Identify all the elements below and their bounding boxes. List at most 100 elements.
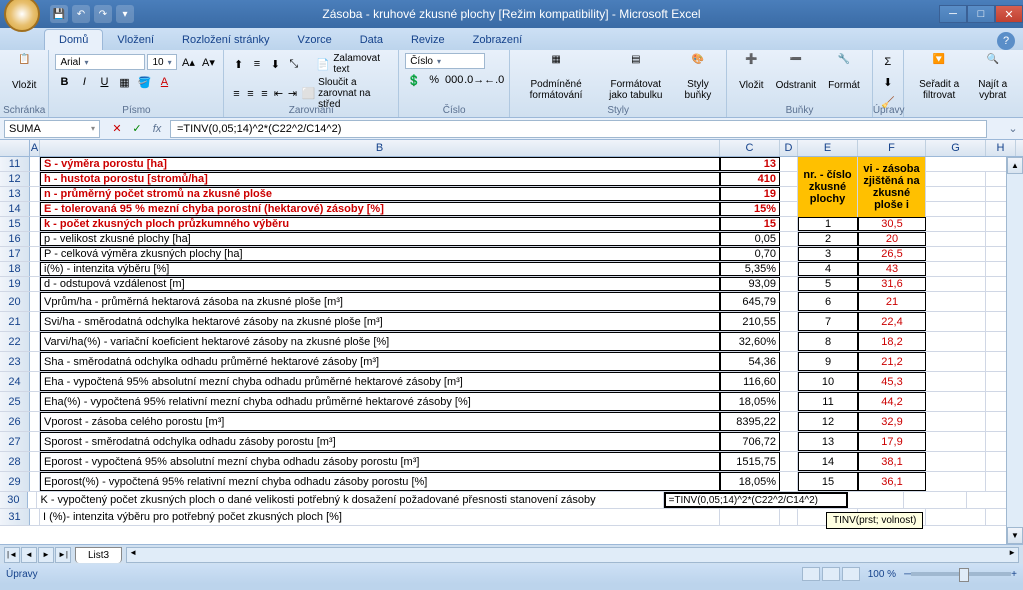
font-name-dropdown[interactable]: Arial — [55, 54, 145, 70]
cell[interactable] — [780, 217, 798, 231]
cell[interactable]: Sha - směrodatná odchylka odhadu průměrn… — [40, 352, 720, 371]
cell[interactable] — [30, 187, 40, 201]
cell[interactable] — [28, 492, 38, 508]
cell[interactable]: 31,6 — [858, 277, 926, 291]
cell[interactable] — [30, 217, 40, 231]
shrink-font-icon[interactable]: A▾ — [199, 53, 217, 71]
cell[interactable]: 32,60% — [720, 332, 780, 351]
cell-styles-button[interactable]: 🎨Styly buňky — [676, 52, 720, 103]
header-cell[interactable]: nr. - číslo zkusné plochy — [798, 157, 858, 217]
view-normal-icon[interactable] — [802, 567, 820, 581]
sort-filter-button[interactable]: 🔽Seřadit a filtrovat — [910, 52, 969, 103]
col-header-A[interactable]: A — [30, 140, 40, 156]
cell[interactable]: 13 — [798, 432, 858, 451]
align-middle-icon[interactable]: ≡ — [249, 55, 265, 73]
row-header[interactable]: 16 — [0, 232, 30, 246]
cell[interactable] — [30, 392, 40, 411]
cell[interactable] — [926, 472, 986, 491]
scroll-down-icon[interactable]: ▼ — [1007, 527, 1023, 544]
cell[interactable] — [926, 372, 986, 391]
undo-icon[interactable]: ↶ — [72, 5, 90, 23]
cell[interactable]: 38,1 — [858, 452, 926, 471]
minimize-button[interactable]: ─ — [939, 5, 967, 23]
fx-icon[interactable]: fx — [148, 120, 166, 138]
row-header[interactable]: 25 — [0, 392, 30, 411]
row-header[interactable]: 19 — [0, 277, 30, 291]
insert-cells-button[interactable]: ➕Vložit — [733, 52, 769, 103]
cell[interactable]: k - počet zkusných ploch průzkumného výb… — [40, 217, 720, 231]
cell[interactable] — [926, 187, 986, 201]
row-header[interactable]: 26 — [0, 412, 30, 431]
cell[interactable] — [926, 332, 986, 351]
cell[interactable]: 20 — [858, 232, 926, 246]
col-header-F[interactable]: F — [858, 140, 926, 156]
autosum-icon[interactable]: Σ — [879, 53, 897, 71]
cell[interactable] — [926, 312, 986, 331]
cell[interactable]: Eporost - vypočtená 95% absolutní mezní … — [40, 452, 720, 471]
row-header[interactable]: 17 — [0, 247, 30, 261]
indent-dec-icon[interactable]: ⇤ — [272, 85, 284, 103]
find-select-button[interactable]: 🔍Najít a vybrat — [968, 52, 1017, 103]
cell[interactable] — [926, 217, 986, 231]
cell[interactable]: 7 — [798, 312, 858, 331]
cell[interactable]: 22,4 — [858, 312, 926, 331]
cell[interactable] — [780, 472, 798, 491]
row-header[interactable]: 28 — [0, 452, 30, 471]
row-header[interactable]: 24 — [0, 372, 30, 391]
cell[interactable] — [780, 392, 798, 411]
qat-dropdown-icon[interactable]: ▾ — [116, 5, 134, 23]
cell[interactable] — [30, 232, 40, 246]
cell[interactable]: Eha(%) - vypočtená 95% relativní mezní c… — [40, 392, 720, 411]
cell[interactable]: 3 — [798, 247, 858, 261]
view-break-icon[interactable] — [842, 567, 860, 581]
cell[interactable] — [926, 262, 986, 276]
cell[interactable] — [926, 232, 986, 246]
cell[interactable]: 8 — [798, 332, 858, 351]
orientation-icon[interactable]: ⤡ — [286, 55, 302, 73]
cell[interactable]: Varvi/ha(%) - variační koeficient hektar… — [40, 332, 720, 351]
comma-icon[interactable]: 000 — [445, 71, 463, 89]
cell[interactable]: 0,05 — [720, 232, 780, 246]
zoom-level[interactable]: 100 % — [868, 569, 896, 580]
cell[interactable] — [926, 352, 986, 371]
row-header[interactable]: 15 — [0, 217, 30, 231]
cell[interactable] — [30, 372, 40, 391]
name-box[interactable]: SUMA — [4, 120, 100, 138]
cell[interactable]: p - velikost zkusné plochy [ha] — [40, 232, 720, 246]
cell[interactable] — [30, 472, 40, 491]
cell[interactable]: S - výměra porostu [ha] — [40, 157, 720, 171]
fill-icon[interactable]: ⬇ — [879, 73, 897, 91]
cell[interactable]: Eporost(%) - vypočtená 95% relativní mez… — [40, 472, 720, 491]
cell[interactable] — [780, 372, 798, 391]
row-header[interactable]: 30 — [0, 492, 28, 508]
align-top-icon[interactable]: ⬆ — [230, 55, 246, 73]
cell[interactable]: 6 — [798, 292, 858, 311]
cell[interactable] — [926, 412, 986, 431]
currency-icon[interactable]: 💲 — [405, 71, 423, 89]
cell[interactable]: 9 — [798, 352, 858, 371]
tab-data[interactable]: Data — [346, 30, 397, 50]
cell[interactable]: 18,05% — [720, 472, 780, 491]
cell[interactable] — [926, 432, 986, 451]
cell[interactable]: 2 — [798, 232, 858, 246]
cell[interactable] — [30, 509, 40, 525]
cell[interactable]: 54,36 — [720, 352, 780, 371]
row-header[interactable]: 12 — [0, 172, 30, 186]
wrap-text-button[interactable]: 📄 — [315, 55, 331, 73]
cell[interactable]: 11 — [798, 392, 858, 411]
zoom-slider[interactable] — [911, 572, 1011, 576]
sheet-last-icon[interactable]: ►| — [55, 547, 71, 563]
row-header[interactable]: 31 — [0, 509, 30, 525]
cell[interactable]: 36,1 — [858, 472, 926, 491]
tab-formulas[interactable]: Vzorce — [283, 30, 345, 50]
cell[interactable]: 21 — [858, 292, 926, 311]
row-header[interactable]: 18 — [0, 262, 30, 276]
cell[interactable]: 32,9 — [858, 412, 926, 431]
cell[interactable] — [780, 277, 798, 291]
cell[interactable] — [30, 292, 40, 311]
office-button[interactable] — [4, 0, 40, 32]
cell[interactable]: n - průměrný počet stromů na zkusné ploš… — [40, 187, 720, 201]
cond-format-button[interactable]: ▦Podmíněné formátování — [516, 52, 596, 103]
align-center-icon[interactable]: ≡ — [244, 85, 256, 103]
cell[interactable]: 0,70 — [720, 247, 780, 261]
